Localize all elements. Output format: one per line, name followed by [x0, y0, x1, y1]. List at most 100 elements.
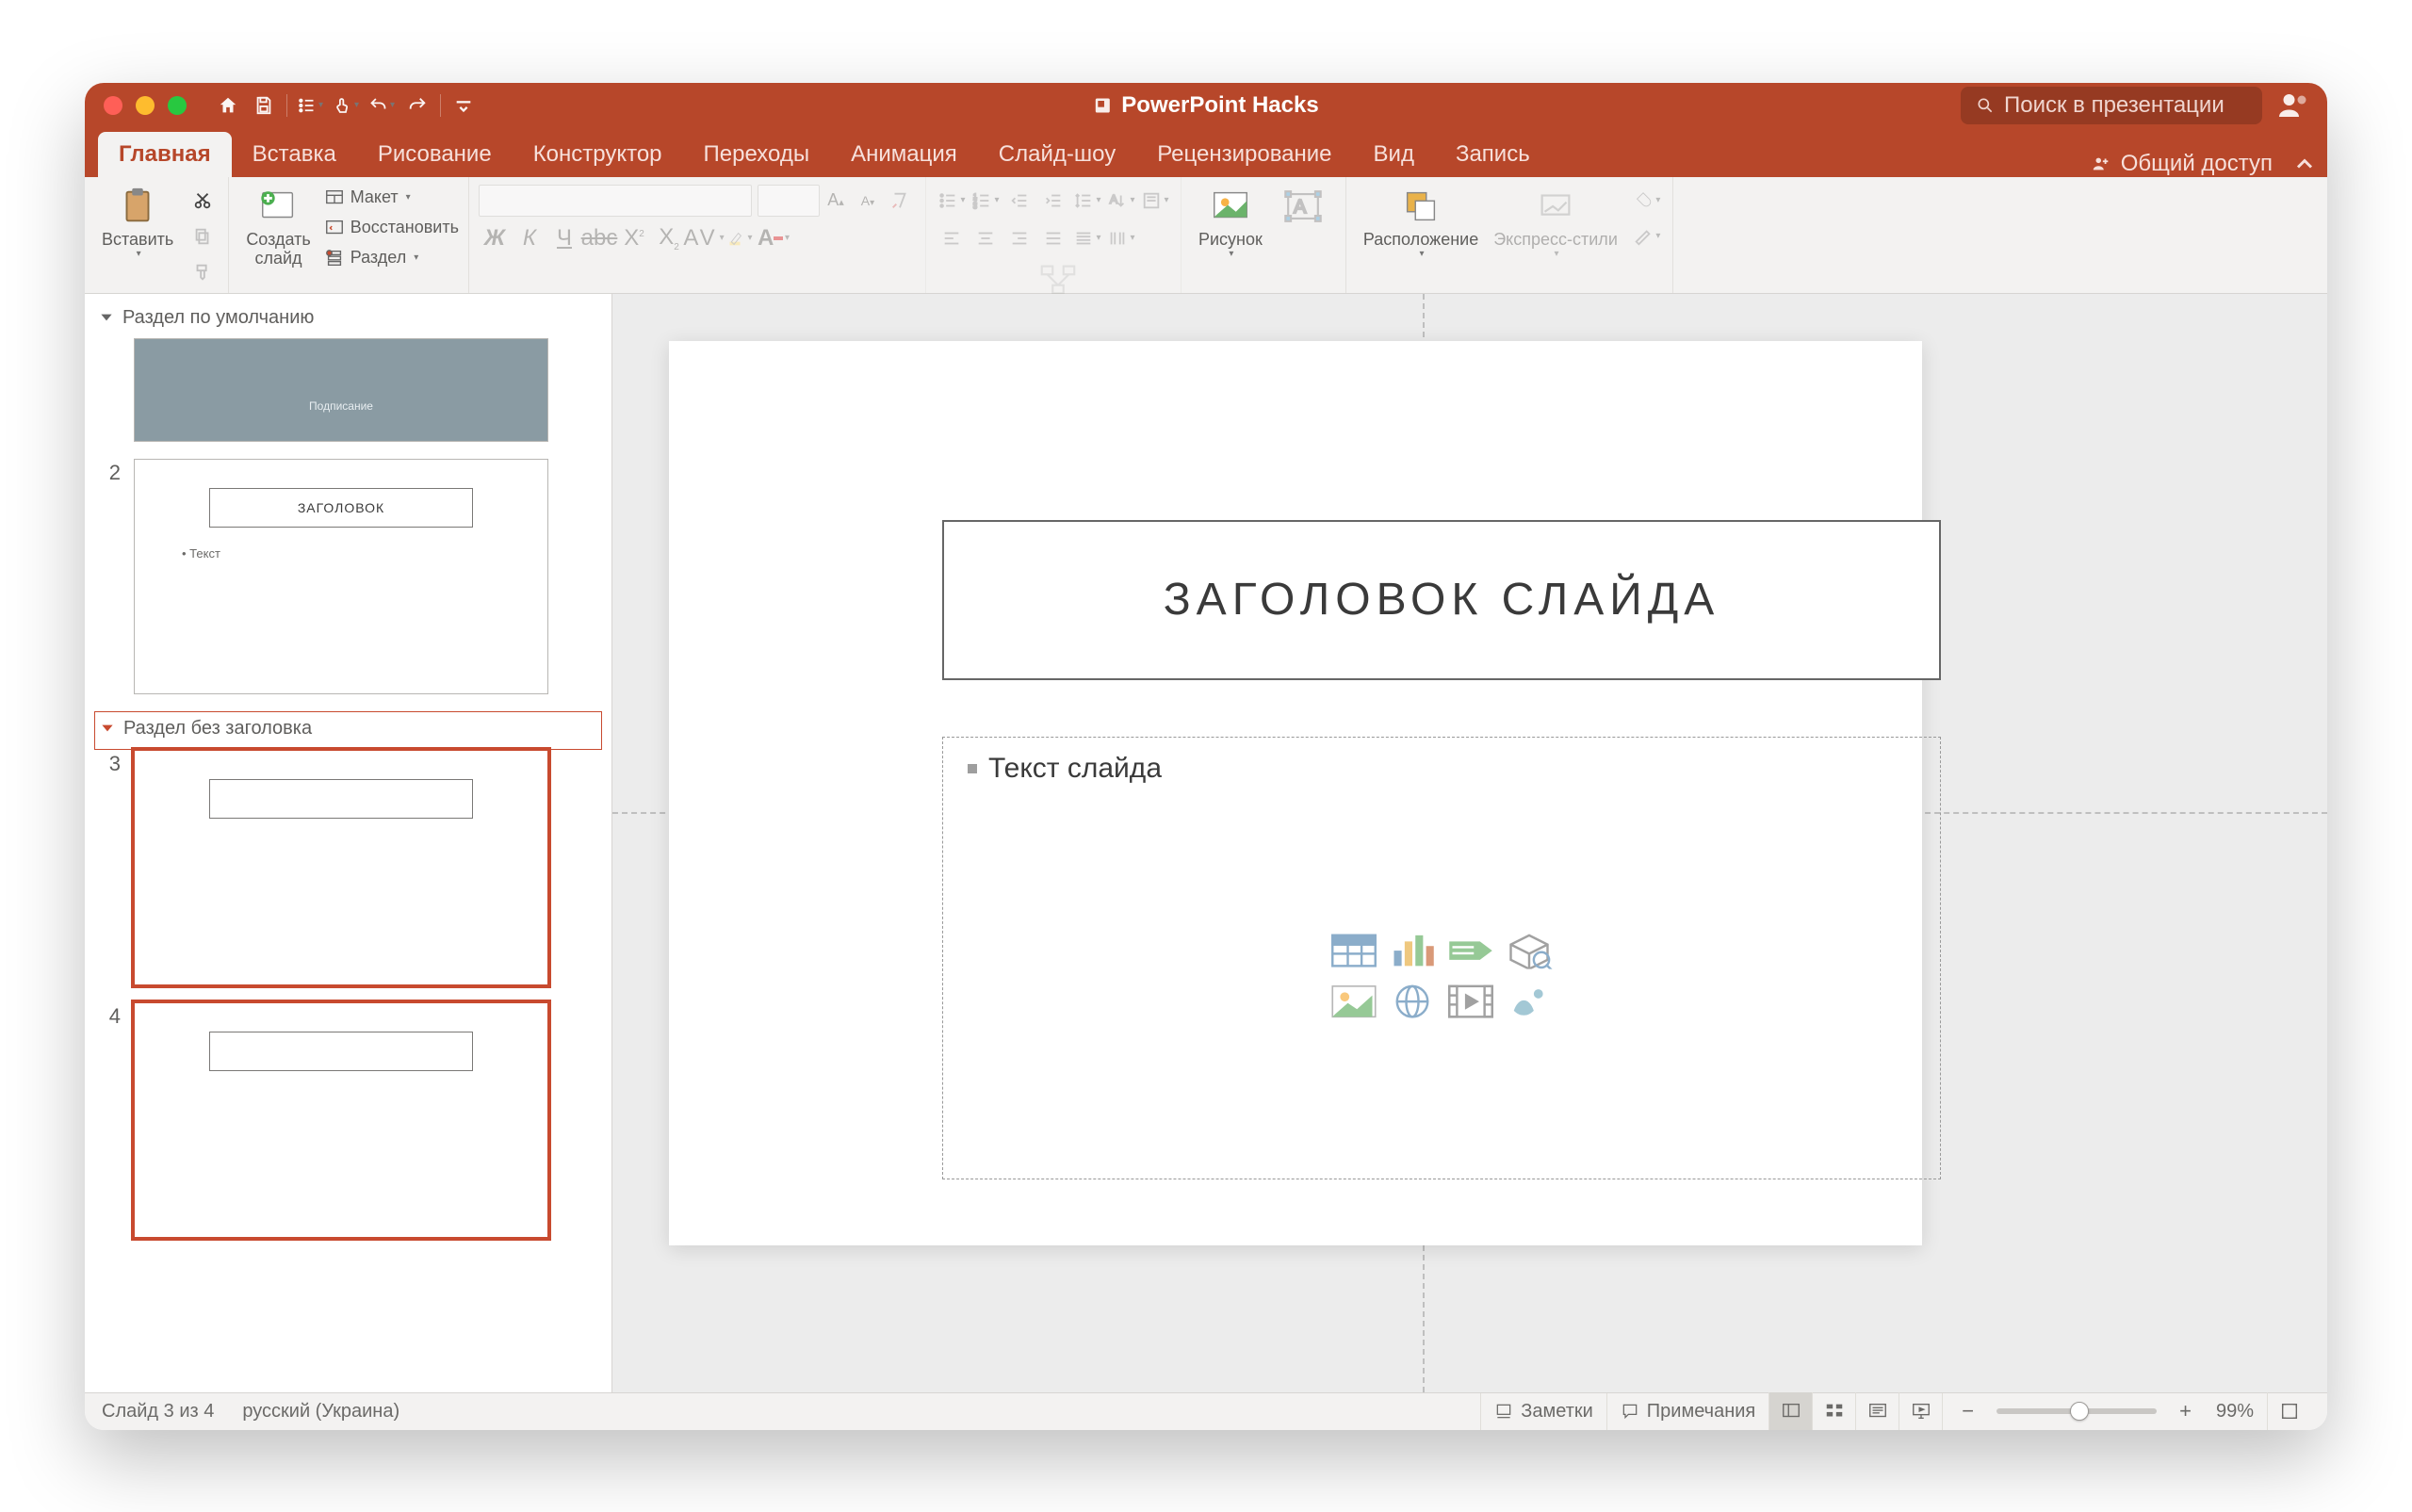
underline-icon[interactable]: Ч: [548, 222, 580, 254]
tab-record[interactable]: Запись: [1435, 132, 1551, 177]
zoom-slider[interactable]: [1996, 1408, 2157, 1414]
slide-thumb-3[interactable]: [134, 750, 548, 985]
slide-body-placeholder[interactable]: Текст слайда: [942, 737, 1941, 1179]
align-left-icon[interactable]: [936, 222, 968, 254]
section-button[interactable]: Раздел▾: [324, 245, 459, 271]
new-slide-button[interactable]: Создатьслайд: [238, 181, 318, 271]
status-bar: Слайд 3 из 4 русский (Украина) Заметки П…: [85, 1392, 2327, 1430]
chevron-down-icon: [98, 309, 115, 326]
align-right-icon[interactable]: [1003, 222, 1035, 254]
slide-thumb-4[interactable]: [134, 1002, 548, 1238]
language-status[interactable]: русский (Украина): [242, 1401, 399, 1423]
tab-transitions[interactable]: Переходы: [683, 132, 831, 177]
font-color-icon[interactable]: A▾: [758, 222, 790, 254]
tab-view[interactable]: Вид: [1353, 132, 1435, 177]
tab-draw[interactable]: Рисование: [357, 132, 513, 177]
grow-font-icon[interactable]: A▴: [820, 185, 852, 217]
tab-design[interactable]: Конструктор: [513, 132, 683, 177]
zoom-level[interactable]: 99%: [2216, 1401, 2254, 1423]
presence-icon[interactable]: [2276, 89, 2310, 122]
customize-qa-icon[interactable]: [450, 92, 477, 119]
touch-mode-icon[interactable]: ▾: [333, 92, 359, 119]
layout-button[interactable]: Макет▾: [324, 185, 459, 211]
sorter-view-icon[interactable]: [1812, 1392, 1855, 1430]
bullets-list-icon[interactable]: ▾: [936, 185, 968, 217]
slide-counter[interactable]: Слайд 3 из 4: [102, 1401, 214, 1423]
shape-fill-icon[interactable]: ▾: [1631, 185, 1663, 217]
insert-online-picture-icon[interactable]: [1388, 981, 1437, 1022]
font-family-input[interactable]: [479, 185, 752, 217]
superscript-icon[interactable]: X2: [618, 222, 650, 254]
cut-icon[interactable]: [187, 185, 219, 217]
numbered-list-icon[interactable]: 123▾: [970, 185, 1002, 217]
insert-icon-icon[interactable]: [1505, 981, 1554, 1022]
tab-insert[interactable]: Вставка: [232, 132, 357, 177]
insert-smartart-icon[interactable]: [1446, 930, 1495, 971]
bullets-icon[interactable]: ▾: [297, 92, 323, 119]
subscript-icon[interactable]: X2: [653, 222, 685, 254]
search-input[interactable]: Поиск в презентации: [1961, 87, 2262, 124]
indent-more-icon[interactable]: [1037, 185, 1069, 217]
shrink-font-icon[interactable]: A▾: [852, 185, 884, 217]
thumb-number: 3: [94, 750, 121, 776]
section-untitled[interactable]: Раздел без заголовка: [94, 711, 602, 750]
window-close-button[interactable]: [104, 96, 122, 115]
notes-button[interactable]: Заметки: [1480, 1393, 1606, 1430]
paste-button[interactable]: Вставить ▾: [94, 181, 181, 263]
tab-animations[interactable]: Анимация: [830, 132, 978, 177]
clear-format-icon[interactable]: [884, 185, 916, 217]
reading-view-icon[interactable]: [1855, 1392, 1899, 1430]
strike-icon[interactable]: abc: [583, 222, 615, 254]
italic-icon[interactable]: К: [513, 222, 546, 254]
slide-thumb-1[interactable]: Подписание: [134, 338, 548, 442]
text-direction-icon[interactable]: A▾: [1105, 185, 1137, 217]
insert-chart-icon[interactable]: [1388, 930, 1437, 971]
slide-title-placeholder[interactable]: ЗАГОЛОВОК СЛАЙДА: [942, 520, 1941, 680]
line-spacing-icon[interactable]: ▾: [1071, 185, 1103, 217]
distribute-icon[interactable]: ▾: [1071, 222, 1103, 254]
undo-icon[interactable]: ▾: [368, 92, 395, 119]
indent-less-icon[interactable]: [1003, 185, 1035, 217]
arrange-button[interactable]: Расположение ▾: [1356, 181, 1486, 263]
columns-icon[interactable]: ▾: [1105, 222, 1137, 254]
tab-home[interactable]: Главная: [98, 132, 232, 177]
tab-slideshow[interactable]: Слайд-шоу: [978, 132, 1136, 177]
text-box-button[interactable]: A: [1270, 181, 1336, 232]
tab-review[interactable]: Рецензирование: [1136, 132, 1352, 177]
align-text-icon[interactable]: ▾: [1139, 185, 1171, 217]
slide-canvas[interactable]: ЗАГОЛОВОК СЛАЙДА Текст слайда: [612, 294, 2327, 1392]
comments-button[interactable]: Примечания: [1606, 1393, 1768, 1430]
window-zoom-button[interactable]: [168, 96, 187, 115]
autosave-icon[interactable]: [251, 92, 277, 119]
slide-thumb-2[interactable]: ЗАГОЛОВОК • Текст: [134, 459, 548, 694]
window-minimize-button[interactable]: [136, 96, 155, 115]
fit-to-window-icon[interactable]: [2267, 1392, 2310, 1430]
insert-video-icon[interactable]: [1446, 981, 1495, 1022]
redo-icon[interactable]: [404, 92, 431, 119]
format-painter-icon[interactable]: [187, 256, 219, 288]
home-icon[interactable]: [215, 92, 241, 119]
zoom-in-button[interactable]: +: [2174, 1399, 2197, 1423]
justify-icon[interactable]: [1037, 222, 1069, 254]
slideshow-view-icon[interactable]: [1899, 1392, 1942, 1430]
insert-picture-icon[interactable]: [1329, 981, 1378, 1022]
share-button[interactable]: Общий доступ: [2072, 151, 2291, 177]
highlight-icon[interactable]: ▾: [723, 222, 755, 254]
shape-outline-icon[interactable]: ▾: [1631, 220, 1663, 252]
copy-icon[interactable]: [187, 220, 219, 252]
font-size-input[interactable]: [758, 185, 820, 217]
svg-text:3: 3: [973, 202, 977, 210]
section-default[interactable]: Раздел по умолчанию: [94, 301, 602, 338]
picture-button[interactable]: Рисунок ▾: [1191, 181, 1270, 263]
bold-icon[interactable]: Ж: [479, 222, 511, 254]
align-center-icon[interactable]: [970, 222, 1002, 254]
quick-styles-button[interactable]: Экспресс-стили ▾: [1486, 181, 1625, 263]
collapse-ribbon-icon[interactable]: [2291, 151, 2318, 177]
search-placeholder: Поиск в презентации: [2004, 92, 2225, 119]
insert-3d-icon[interactable]: [1505, 930, 1554, 971]
insert-table-icon[interactable]: [1329, 930, 1378, 971]
reset-button[interactable]: Восстановить: [324, 215, 459, 241]
char-spacing-icon[interactable]: AV▾: [688, 222, 720, 254]
normal-view-icon[interactable]: [1768, 1392, 1812, 1430]
zoom-out-button[interactable]: −: [1956, 1399, 1980, 1423]
